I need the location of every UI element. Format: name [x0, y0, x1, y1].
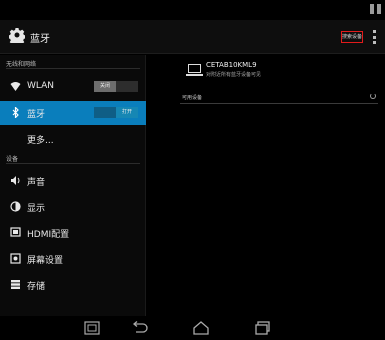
section-divider [6, 163, 140, 164]
sidebar-item-hdmi[interactable]: HDMI配置 [0, 221, 146, 245]
bluetooth-icon [12, 107, 19, 118]
scanning-spinner-icon [370, 93, 376, 99]
sidebar-item-label: 显示 [27, 204, 46, 214]
laptop-icon [186, 64, 203, 76]
section-heading-wireless: 无线和网络 [6, 61, 37, 68]
toggle-state: 打开 [116, 107, 138, 118]
sidebar-item-display[interactable]: 显示 [0, 195, 146, 219]
toggle-state: 关闭 [94, 81, 116, 92]
back-icon[interactable] [131, 320, 149, 336]
section-divider [180, 103, 378, 104]
section-divider [6, 68, 140, 69]
sidebar-item-screen-settings[interactable]: 屏幕设置 [0, 247, 146, 271]
sidebar-item-storage[interactable]: 存储 [0, 273, 146, 297]
signal-icon [370, 4, 374, 14]
sidebar-item-label: 声音 [27, 178, 46, 188]
sidebar-item-wlan[interactable]: WLAN 关闭 [0, 75, 146, 99]
hdmi-icon [10, 227, 21, 237]
sidebar-item-label: WLAN [27, 81, 55, 91]
section-heading-device: 设备 [6, 156, 19, 163]
wifi-icon [10, 82, 21, 91]
gear-icon[interactable] [9, 27, 25, 43]
device-name[interactable]: CETAB10KML9 [206, 61, 257, 69]
device-visibility-status: 对附近所有蓝牙设备可见 [206, 72, 262, 78]
wlan-toggle[interactable]: 关闭 [94, 81, 138, 92]
sidebar-item-label: HDMI配置 [27, 230, 70, 240]
storage-icon [11, 280, 20, 289]
overflow-menu-icon[interactable] [373, 30, 377, 44]
sidebar-item-more[interactable]: 更多... [0, 127, 146, 151]
sidebar-item-bluetooth[interactable]: 蓝牙 打开 [0, 101, 146, 125]
sidebar-item-sound[interactable]: 声音 [0, 169, 146, 193]
home-icon[interactable] [192, 320, 210, 336]
status-bar [0, 0, 385, 20]
status-icons [370, 4, 381, 14]
bluetooth-panel: CETAB10KML9 对附近所有蓝牙设备可见 可用设备 [148, 55, 385, 316]
available-devices-heading: 可用设备 [182, 95, 203, 101]
display-icon [10, 201, 21, 212]
screenshot-icon[interactable] [84, 320, 100, 336]
action-bar: 蓝牙 搜索设备 [0, 20, 385, 54]
navigation-bar [0, 316, 385, 340]
sidebar-item-label: 存储 [27, 282, 46, 292]
bluetooth-toggle[interactable]: 打开 [94, 107, 138, 118]
sidebar-item-label: 更多... [27, 136, 54, 146]
page-title: 蓝牙 [30, 34, 50, 45]
sidebar-item-label: 屏幕设置 [27, 256, 64, 266]
speaker-icon [11, 176, 20, 185]
battery-icon [377, 4, 381, 14]
search-devices-button[interactable]: 搜索设备 [341, 31, 363, 43]
recent-apps-icon[interactable] [254, 320, 272, 336]
settings-sidebar: 无线和网络 WLAN 关闭 蓝牙 打开 更多... 设备 声音 显示 HDMI配… [0, 55, 146, 316]
sidebar-item-label: 蓝牙 [27, 110, 46, 120]
screen-settings-icon [10, 253, 21, 264]
